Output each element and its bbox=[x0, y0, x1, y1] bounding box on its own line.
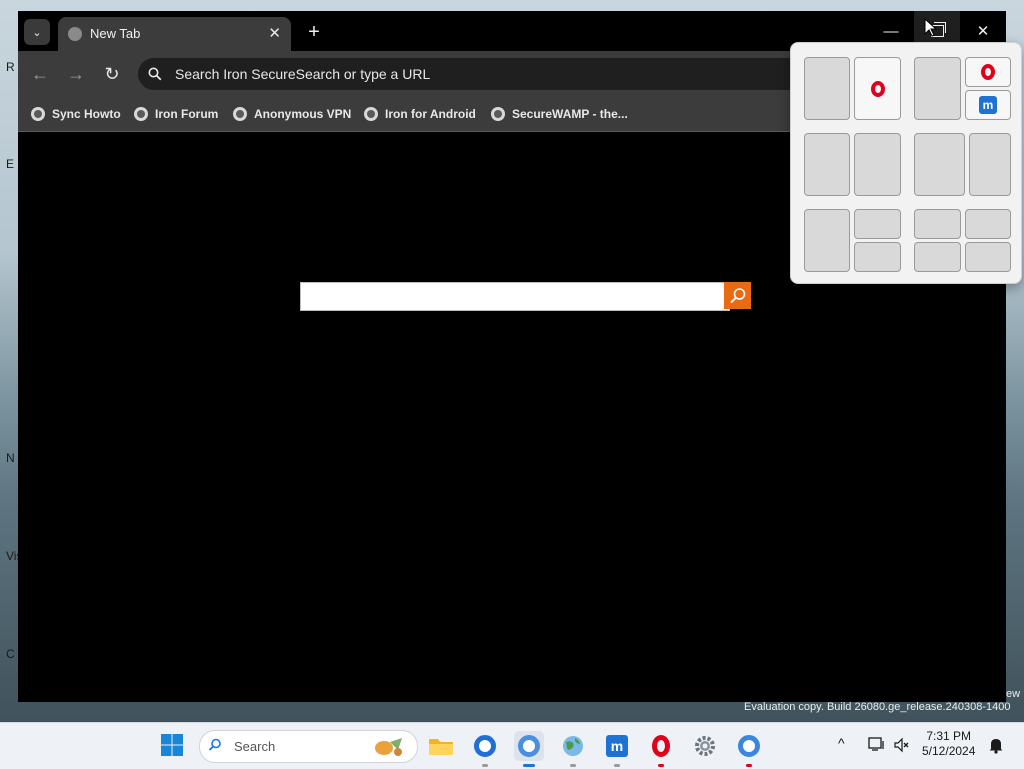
snap-zone[interactable] bbox=[965, 209, 1011, 239]
desktop-icon-label[interactable]: E bbox=[6, 157, 14, 171]
snap-zone-opera[interactable] bbox=[965, 57, 1011, 87]
desktop-icon-label[interactable]: N bbox=[6, 451, 15, 465]
iron-icon bbox=[738, 735, 760, 757]
snap-zone[interactable] bbox=[854, 133, 901, 196]
tab-title: New Tab bbox=[90, 26, 141, 41]
reload-button[interactable]: ↻ bbox=[99, 61, 125, 87]
search-icon bbox=[208, 738, 221, 751]
minimize-icon: — bbox=[883, 22, 899, 40]
chrome-icon bbox=[474, 735, 496, 757]
globe-icon bbox=[134, 107, 148, 121]
taskbar-browser-globe[interactable] bbox=[558, 731, 588, 767]
folder-icon bbox=[429, 739, 453, 755]
snap-zone[interactable] bbox=[854, 209, 901, 239]
taskbar-search-box[interactable]: Search bbox=[199, 730, 418, 763]
search-icon bbox=[148, 67, 162, 81]
running-indicator bbox=[570, 764, 576, 767]
running-indicator bbox=[746, 764, 752, 767]
desktop-icon-label[interactable]: R bbox=[6, 60, 15, 74]
snap-zone[interactable] bbox=[804, 133, 850, 196]
windows-start-icon[interactable] bbox=[160, 733, 184, 757]
search-button[interactable] bbox=[724, 282, 751, 309]
arrow-right-icon: → bbox=[67, 63, 85, 84]
taskbar-opera[interactable] bbox=[646, 731, 676, 767]
clock-date: 5/12/2024 bbox=[922, 744, 976, 758]
snap-zone-opera[interactable] bbox=[854, 57, 901, 120]
volume-muted-icon[interactable] bbox=[894, 737, 910, 753]
taskbar-chrome[interactable] bbox=[470, 731, 500, 767]
bookmark-iron-for-android[interactable]: Iron for Android bbox=[364, 105, 476, 123]
running-indicator bbox=[523, 764, 535, 767]
mouse-cursor-icon bbox=[924, 18, 938, 37]
snap-zone[interactable] bbox=[965, 242, 1011, 272]
snap-zone[interactable] bbox=[854, 242, 901, 272]
bookmark-iron-forum[interactable]: Iron Forum bbox=[134, 105, 218, 123]
snap-layouts-flyout: m bbox=[790, 42, 1022, 284]
search-icon bbox=[729, 287, 745, 303]
arrow-left-icon: ← bbox=[31, 63, 49, 84]
taskbar-iron[interactable] bbox=[734, 731, 764, 767]
snap-zone[interactable] bbox=[914, 209, 961, 239]
running-indicator bbox=[614, 764, 620, 767]
back-button[interactable]: ← bbox=[27, 61, 53, 87]
gear-icon bbox=[695, 736, 715, 756]
snap-zone[interactable] bbox=[914, 242, 961, 272]
globe-icon bbox=[68, 27, 82, 41]
globe-icon bbox=[364, 107, 378, 121]
search-highlight-icon bbox=[375, 738, 402, 756]
snap-zone[interactable] bbox=[914, 57, 961, 120]
taskbar-file-explorer[interactable] bbox=[426, 731, 456, 761]
close-icon: ✕ bbox=[976, 23, 990, 40]
desktop-icon-label: ew bbox=[1006, 688, 1021, 700]
bookmark-sync-howto[interactable]: Sync Howto bbox=[31, 105, 121, 123]
running-indicator bbox=[658, 764, 664, 767]
plus-icon: + bbox=[308, 20, 320, 43]
network-icon[interactable] bbox=[868, 736, 886, 752]
globe-icon bbox=[233, 107, 247, 121]
snap-zone[interactable] bbox=[969, 133, 1011, 196]
watermark-text: Evaluation copy. Build 26080.ge_release.… bbox=[744, 701, 1011, 713]
running-indicator bbox=[482, 764, 488, 767]
close-tab-button[interactable]: ✕ bbox=[268, 24, 281, 42]
bookmark-anonymous-vpn[interactable]: Anonymous VPN bbox=[233, 105, 351, 123]
system-clock[interactable]: 7:31 PM 5/12/2024 bbox=[922, 729, 975, 759]
opera-icon bbox=[652, 735, 670, 757]
bookmark-label: SecureWAMP - the... bbox=[512, 107, 628, 121]
desktop-icon-label[interactable]: C bbox=[6, 647, 15, 661]
tab-new-tab[interactable]: New Tab ✕ bbox=[58, 17, 291, 51]
bookmark-label: Sync Howto bbox=[52, 107, 121, 121]
bookmark-label: Iron for Android bbox=[385, 107, 476, 121]
maxthon-icon: m bbox=[606, 735, 628, 757]
taskbar-search-label: Search bbox=[234, 739, 276, 754]
taskbar-chromium[interactable] bbox=[514, 731, 544, 767]
clock-time: 7:31 PM bbox=[926, 729, 972, 743]
tab-search-button[interactable]: ⌄ bbox=[24, 19, 50, 45]
chromium-icon bbox=[518, 735, 540, 757]
notification-bell-icon[interactable] bbox=[988, 736, 1004, 754]
opera-icon bbox=[870, 80, 885, 97]
taskbar-maxthon[interactable]: m bbox=[602, 731, 632, 767]
taskbar-settings[interactable] bbox=[690, 731, 720, 761]
snap-zone-maxthon[interactable]: m bbox=[965, 90, 1011, 120]
new-tab-button[interactable]: + bbox=[301, 19, 327, 45]
snap-zone[interactable] bbox=[804, 209, 850, 272]
globe-icon bbox=[491, 107, 505, 121]
snap-zone[interactable] bbox=[914, 133, 965, 196]
globe-icon bbox=[563, 736, 583, 756]
globe-icon bbox=[31, 107, 45, 121]
evaluation-watermark: Evaluation copy. Build 26080.ge_release.… bbox=[744, 701, 1010, 713]
forward-button[interactable]: → bbox=[63, 61, 89, 87]
address-bar-placeholder: Search Iron SecureSearch or type a URL bbox=[175, 66, 431, 82]
show-hidden-icons-chevron[interactable]: ^ bbox=[838, 735, 845, 751]
bookmark-securewamp[interactable]: SecureWAMP - the... bbox=[491, 105, 628, 123]
opera-icon bbox=[981, 64, 995, 80]
secure-search-input[interactable] bbox=[300, 282, 730, 311]
taskbar: Search m ^ 7:31 PM 5/12/2024 bbox=[0, 722, 1024, 769]
reload-icon: ↻ bbox=[104, 63, 120, 84]
chevron-down-icon: ⌄ bbox=[32, 26, 42, 39]
bookmark-label: Iron Forum bbox=[155, 107, 219, 121]
maxthon-icon: m bbox=[979, 96, 997, 114]
bookmark-label: Anonymous VPN bbox=[254, 107, 352, 121]
snap-zone[interactable] bbox=[804, 57, 850, 120]
